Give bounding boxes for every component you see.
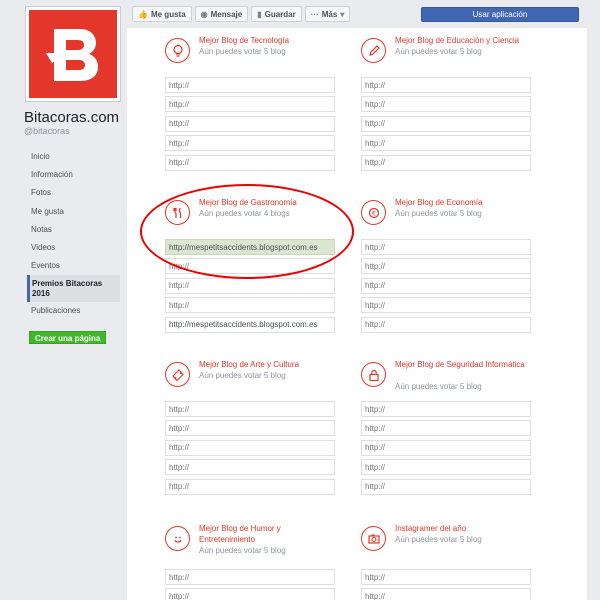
url-input-list: [361, 77, 531, 174]
url-input-list: [361, 569, 531, 600]
category-votes-remaining: Aún puedes votar 5 blog: [395, 47, 482, 56]
category-title: Mejor Blog de Educación y Ciencia: [395, 36, 520, 45]
category-votes-remaining: Aún puedes votar 5 blog: [395, 382, 482, 391]
blog-url-input[interactable]: [361, 115, 531, 132]
blog-url-input[interactable]: [165, 258, 335, 275]
blog-url-input[interactable]: [361, 297, 531, 314]
category-title: Mejor Blog de Economía: [395, 198, 483, 207]
blog-url-input[interactable]: [361, 77, 531, 93]
create-page-button[interactable]: Crear una página: [29, 331, 107, 344]
category-votes-remaining: Aún puedes votar 5 blog: [395, 535, 482, 544]
category-votes-remaining: Aún puedes votar 5 blog: [199, 546, 286, 555]
blog-url-input[interactable]: [165, 478, 335, 495]
blog-url-input[interactable]: [361, 588, 531, 600]
url-input-list: [361, 239, 531, 336]
blog-url-input[interactable]: [165, 239, 335, 255]
blog-url-input[interactable]: [165, 459, 335, 476]
logo-b-icon: [46, 29, 98, 81]
category-title: Mejor Blog de Arte y Cultura: [199, 360, 300, 369]
category-title: Mejor Blog de Humor y Entretenimiento: [199, 524, 281, 544]
blog-url-input[interactable]: [165, 420, 335, 437]
category-votes-remaining: Aún puedes votar 5 blog: [199, 47, 286, 56]
blog-url-input[interactable]: [361, 401, 531, 417]
blog-url-input[interactable]: [165, 154, 335, 171]
blog-url-input[interactable]: [165, 401, 335, 417]
nav-item-fotos[interactable]: Fotos: [27, 184, 120, 202]
page-action-bar: 👍 Me gusta ◉ Mensaje ▮ Guardar ··· Más ▾: [132, 6, 351, 22]
like-label: Me gusta: [150, 9, 186, 19]
more-button[interactable]: ··· Más ▾: [304, 6, 351, 22]
save-label: Guardar: [264, 9, 296, 19]
bitacoras-logo: [29, 10, 117, 98]
category-title: Mejor Blog de Gastronomía: [199, 198, 297, 207]
page-profile-picture[interactable]: [25, 6, 121, 102]
nav-item-me-gusta[interactable]: Me gusta: [27, 203, 120, 221]
thumbs-up-icon: 👍: [138, 9, 148, 19]
category-title: Mejor Blog de Seguridad Informática: [395, 360, 525, 369]
blog-url-input[interactable]: [165, 135, 335, 152]
blog-url-input[interactable]: [361, 96, 531, 113]
lightbulb-icon: [165, 38, 190, 63]
nav-item-informacion[interactable]: Información: [27, 166, 120, 184]
blog-url-input[interactable]: [361, 135, 531, 152]
blog-url-input[interactable]: [165, 439, 335, 456]
fork-knife-icon: [165, 200, 190, 225]
blog-url-input[interactable]: [165, 277, 335, 294]
blog-url-input[interactable]: [165, 77, 335, 93]
save-button[interactable]: ▮ Guardar: [251, 6, 302, 22]
chevron-down-icon: ▾: [340, 9, 345, 19]
category-title: Instagramer del año: [395, 524, 467, 533]
category-votes-remaining: Aún puedes votar 5 blog: [199, 371, 286, 380]
blog-url-input[interactable]: [165, 115, 335, 132]
use-app-button[interactable]: Usar aplicación: [421, 7, 579, 22]
page-handle[interactable]: @bitacoras: [24, 126, 70, 136]
blog-url-input[interactable]: [165, 588, 335, 600]
blog-url-input[interactable]: [165, 297, 335, 314]
nav-item-notas[interactable]: Notas: [27, 221, 120, 239]
nav-item-premios-bitacoras[interactable]: Premios Bitacoras 2016: [27, 275, 120, 303]
category-votes-remaining: Aún puedes votar 5 blog: [395, 209, 482, 218]
category-votes-remaining: Aún puedes votar 4 blogs: [199, 209, 290, 218]
euro-coin-icon: €: [361, 200, 386, 225]
blog-url-input[interactable]: [165, 316, 335, 333]
camera-icon: [361, 526, 386, 551]
blog-url-input[interactable]: [361, 154, 531, 171]
blog-url-input[interactable]: [361, 439, 531, 456]
url-input-list: [165, 569, 335, 600]
blog-url-input[interactable]: [361, 316, 531, 333]
page-nav: Inicio Información Fotos Me gusta Notas …: [27, 148, 120, 321]
blog-url-input[interactable]: [361, 258, 531, 275]
smiley-icon: [165, 526, 190, 551]
nav-item-inicio[interactable]: Inicio: [27, 148, 120, 166]
bookmark-icon: ▮: [257, 9, 262, 19]
blog-url-input[interactable]: [361, 569, 531, 585]
nav-item-publicaciones[interactable]: Publicaciones: [27, 302, 120, 320]
ticket-icon: [165, 362, 190, 387]
message-label: Mensaje: [210, 9, 243, 19]
svg-text:€: €: [371, 209, 375, 217]
page-name[interactable]: Bitacoras.com: [24, 109, 119, 126]
blog-url-input[interactable]: [361, 478, 531, 495]
pencil-icon: [361, 38, 386, 63]
voting-panel: Mejor Blog de Tecnología Aún puedes vota…: [127, 28, 587, 600]
like-button[interactable]: 👍 Me gusta: [132, 6, 192, 22]
url-input-list: [361, 401, 531, 498]
blog-url-input[interactable]: [361, 239, 531, 255]
url-input-list: [165, 77, 335, 174]
chat-bubble-icon: ◉: [200, 9, 208, 19]
url-input-list: [165, 239, 335, 336]
blog-url-input[interactable]: [361, 420, 531, 437]
blog-url-input[interactable]: [165, 569, 335, 585]
lock-icon: [361, 362, 386, 387]
nav-item-videos[interactable]: Videos: [27, 239, 120, 257]
blog-url-input[interactable]: [165, 96, 335, 113]
nav-item-eventos[interactable]: Eventos: [27, 257, 120, 275]
message-button[interactable]: ◉ Mensaje: [194, 6, 249, 22]
url-input-list: [165, 401, 335, 498]
category-title: Mejor Blog de Tecnología: [199, 36, 290, 45]
blog-url-input[interactable]: [361, 459, 531, 476]
more-label: Más: [321, 9, 338, 19]
blog-url-input[interactable]: [361, 277, 531, 294]
ellipsis-icon: ···: [310, 9, 319, 19]
